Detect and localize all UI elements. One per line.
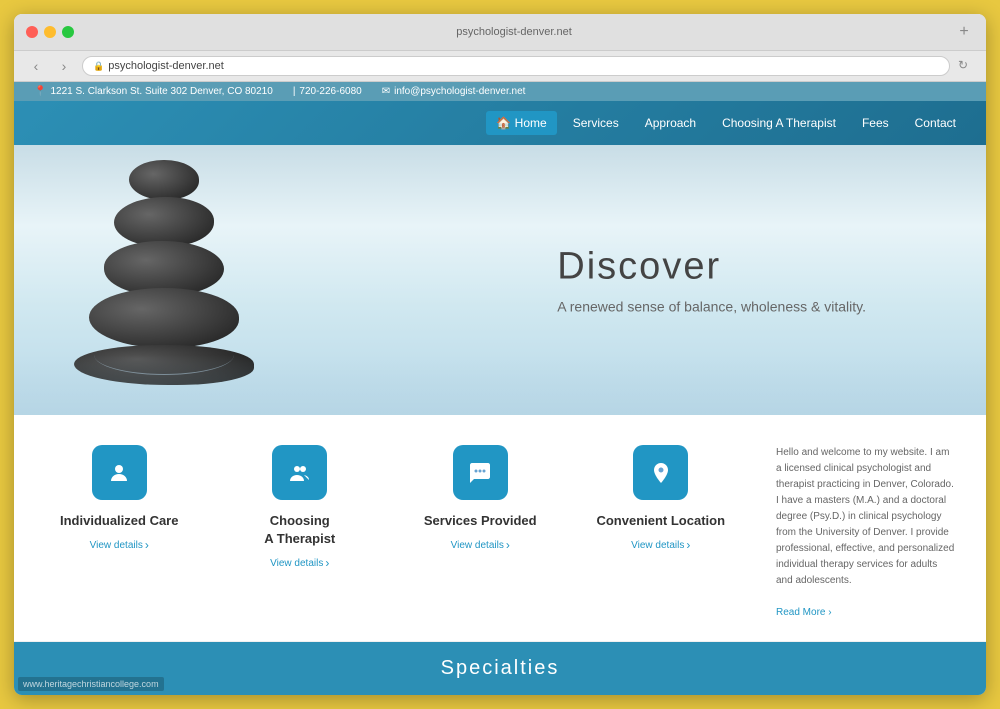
minimize-button[interactable] — [44, 26, 56, 38]
phone-icon: | — [293, 86, 296, 97]
nav-items: 🏠 Home Services Approach Choosing A Ther… — [486, 111, 966, 135]
hero-stones-image — [74, 160, 254, 385]
forward-button[interactable]: › — [54, 56, 74, 76]
features-section: Individualized Care View details Choosin… — [14, 415, 986, 641]
sidebar-body-text: Hello and welcome to my website. I am a … — [776, 447, 954, 586]
nav-item-fees[interactable]: Fees — [852, 111, 899, 135]
specialties-title: Specialties — [44, 657, 956, 680]
hero-text-block: Discover A renewed sense of balance, who… — [557, 246, 866, 315]
new-tab-button[interactable]: + — [954, 22, 974, 42]
email-icon: ✉ — [382, 86, 390, 97]
browser-title: psychologist-denver.net — [80, 26, 948, 38]
phone-info: | 720-226-6080 — [293, 86, 362, 97]
hero-section: Discover A renewed sense of balance, who… — [14, 145, 986, 415]
stone-2 — [114, 197, 214, 247]
address-info: 📍 1221 S. Clarkson St. Suite 302 Denver,… — [34, 86, 273, 97]
hero-title: Discover — [557, 246, 866, 289]
hero-subtitle: A renewed sense of balance, wholeness & … — [557, 299, 866, 315]
refresh-button[interactable]: ↻ — [958, 58, 974, 74]
nav-item-approach[interactable]: Approach — [635, 111, 706, 135]
feature-link-location[interactable]: View details — [631, 538, 690, 552]
feature-item-location: Convenient Location View details — [586, 445, 737, 621]
email-text: info@psychologist-denver.net — [394, 86, 525, 97]
back-button[interactable]: ‹ — [26, 56, 46, 76]
maximize-button[interactable] — [62, 26, 74, 38]
feature-link-services[interactable]: View details — [451, 538, 510, 552]
main-navigation: 🏠 Home Services Approach Choosing A Ther… — [14, 101, 986, 145]
browser-window: psychologist-denver.net + ‹ › 🔒 psycholo… — [14, 14, 986, 695]
feature-item-therapist: ChoosingA Therapist View details — [225, 445, 376, 621]
feature-title-individualized: Individualized Care — [60, 512, 178, 530]
address-text: psychologist-denver.net — [108, 60, 224, 72]
feature-title-location: Convenient Location — [596, 512, 725, 530]
feature-items: Individualized Care View details Choosin… — [44, 445, 736, 621]
info-bar: 📍 1221 S. Clarkson St. Suite 302 Denver,… — [14, 82, 986, 101]
feature-link-individualized[interactable]: View details — [90, 538, 149, 552]
services-provided-icon — [453, 445, 508, 500]
watermark: www.heritagechristiancollege.com — [18, 677, 164, 691]
feature-title-therapist: ChoosingA Therapist — [264, 512, 335, 548]
stone-1 — [129, 160, 199, 200]
website-content: 📍 1221 S. Clarkson St. Suite 302 Denver,… — [14, 82, 986, 695]
individualized-care-icon — [92, 445, 147, 500]
feature-title-services: Services Provided — [424, 512, 537, 530]
address-icon: 📍 — [34, 86, 46, 97]
email-info: ✉ info@psychologist-denver.net — [382, 86, 526, 97]
close-button[interactable] — [26, 26, 38, 38]
nav-item-home[interactable]: 🏠 Home — [486, 111, 556, 135]
nav-item-services[interactable]: Services — [563, 111, 629, 135]
browser-addressbar: ‹ › 🔒 psychologist-denver.net ↻ — [14, 51, 986, 81]
feature-item-individualized: Individualized Care View details — [44, 445, 195, 621]
water-reflection — [14, 355, 986, 415]
phone-text: 720-226-6080 — [299, 86, 361, 97]
nav-item-therapist[interactable]: Choosing A Therapist — [712, 111, 846, 135]
address-text: 1221 S. Clarkson St. Suite 302 Denver, C… — [50, 86, 272, 97]
browser-titlebar: psychologist-denver.net + — [14, 14, 986, 51]
choosing-therapist-icon — [272, 445, 327, 500]
feature-item-services: Services Provided View details — [405, 445, 556, 621]
nav-item-contact[interactable]: Contact — [905, 111, 966, 135]
feature-link-therapist[interactable]: View details — [270, 556, 329, 570]
read-more-link[interactable]: Read More › — [776, 607, 832, 618]
address-bar[interactable]: 🔒 psychologist-denver.net — [82, 56, 950, 76]
sidebar-description: Hello and welcome to my website. I am a … — [756, 445, 956, 621]
browser-chrome: psychologist-denver.net + ‹ › 🔒 psycholo… — [14, 14, 986, 82]
convenient-location-icon — [633, 445, 688, 500]
